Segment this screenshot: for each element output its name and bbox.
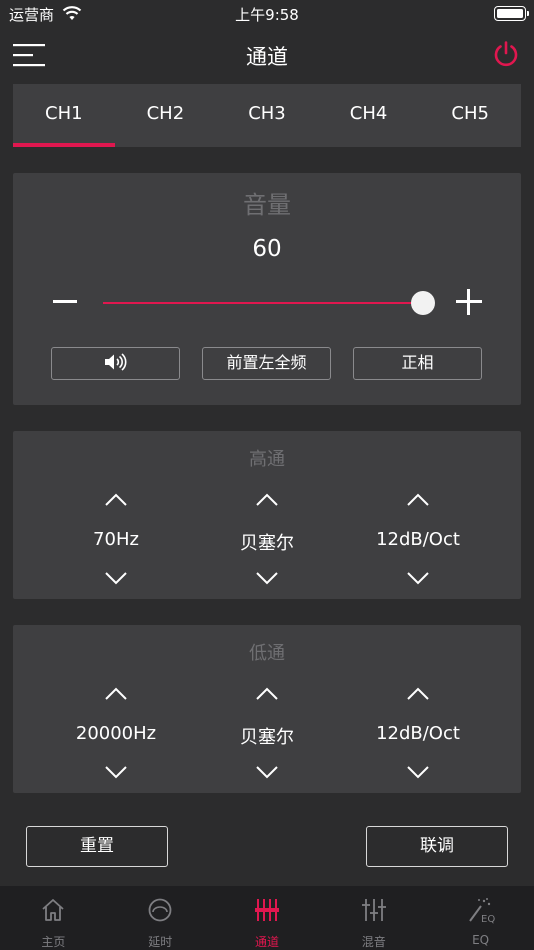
tab-bar-eq-label: EQ [472,933,490,947]
tab-ch2[interactable]: CH2 [115,84,217,147]
high-pass-frequency-control: 70Hz [36,489,196,589]
low-pass-type-control: 贝塞尔 [187,683,347,783]
svg-text:EQ: EQ [481,914,495,924]
phase-button[interactable]: 正相 [353,347,482,380]
mute-button[interactable] [51,347,180,380]
high-pass-title: 高通 [249,449,285,470]
link-button[interactable]: 联调 [366,826,508,867]
reset-button[interactable]: 重置 [26,826,168,867]
high-pass-slope-control: 12dB/Oct [338,489,498,589]
chevron-down-icon[interactable] [406,570,430,586]
high-pass-slope: 12dB/Oct [376,529,460,550]
chevron-down-icon[interactable] [104,570,128,586]
high-pass-panel: 高通 70Hz 贝塞尔 12dB/Oct [13,431,521,599]
tab-bar-home[interactable]: 主页 [0,886,107,950]
eq-wand-icon: EQ [468,898,495,924]
chevron-up-icon[interactable] [255,686,279,702]
chevron-up-icon[interactable] [104,492,128,508]
high-pass-frequency: 70Hz [93,529,139,550]
speaker-icon [104,353,126,371]
tab-ch1[interactable]: CH1 [13,84,115,147]
chevron-down-icon[interactable] [104,764,128,780]
status-bar: 运营商 上午9:58 [0,0,534,28]
page-title: 通道 [246,45,288,69]
low-pass-panel: 低通 20000Hz 贝塞尔 12dB/Oct [13,625,521,793]
volume-value: 60 [252,236,282,262]
tab-ch4[interactable]: CH4 [318,84,420,147]
volume-increase-button[interactable] [455,288,483,316]
high-pass-type: 贝塞尔 [240,533,294,554]
volume-title: 音量 [243,191,291,219]
tab-bar-channel-label: 通道 [254,935,279,949]
status-time: 上午9:58 [235,6,299,24]
low-pass-title: 低通 [249,643,285,664]
chevron-up-icon[interactable] [255,492,279,508]
low-pass-type: 贝塞尔 [240,727,294,748]
chevron-up-icon[interactable] [406,492,430,508]
chevron-up-icon[interactable] [406,686,430,702]
slider-fill [103,302,423,304]
mixer-icon [361,899,386,921]
low-pass-slope: 12dB/Oct [376,723,460,744]
channel-tabs: CH1 CH2 CH3 CH4 CH5 [13,84,521,147]
tab-ch3[interactable]: CH3 [216,84,318,147]
low-pass-slope-control: 12dB/Oct [338,683,498,783]
tab-bar-eq[interactable]: EQ EQ [427,886,534,950]
power-icon[interactable] [492,40,520,68]
tab-bar-delay[interactable]: 延时 [107,886,214,950]
battery-icon [494,6,529,21]
volume-panel: 音量 60 前置左全频 正相 [13,173,521,405]
slider-thumb[interactable] [411,291,435,315]
tab-bar-delay-label: 延时 [148,935,173,949]
speaker-position-button[interactable]: 前置左全频 [202,347,331,380]
tab-bar-channel[interactable]: 通道 [214,886,321,950]
home-icon [42,899,64,921]
tab-bar-mix-label: 混音 [361,935,386,949]
low-pass-frequency: 20000Hz [75,723,157,744]
bottom-tab-bar: 主页 延时 通道 混音 EQ EQ [0,886,534,950]
low-pass-frequency-control: 20000Hz [36,683,196,783]
chevron-down-icon[interactable] [406,764,430,780]
chevron-up-icon[interactable] [104,686,128,702]
chevron-down-icon[interactable] [255,570,279,586]
tab-ch5[interactable]: CH5 [419,84,521,147]
channel-icon [254,899,279,921]
tab-bar-mix[interactable]: 混音 [320,886,427,950]
delay-icon [148,898,172,922]
chevron-down-icon[interactable] [255,764,279,780]
volume-slider[interactable] [103,291,435,315]
tab-bar-home-label: 主页 [41,935,66,949]
nav-bar: 通道 [0,28,534,82]
volume-decrease-button[interactable] [51,287,79,315]
high-pass-type-control: 贝塞尔 [187,489,347,589]
